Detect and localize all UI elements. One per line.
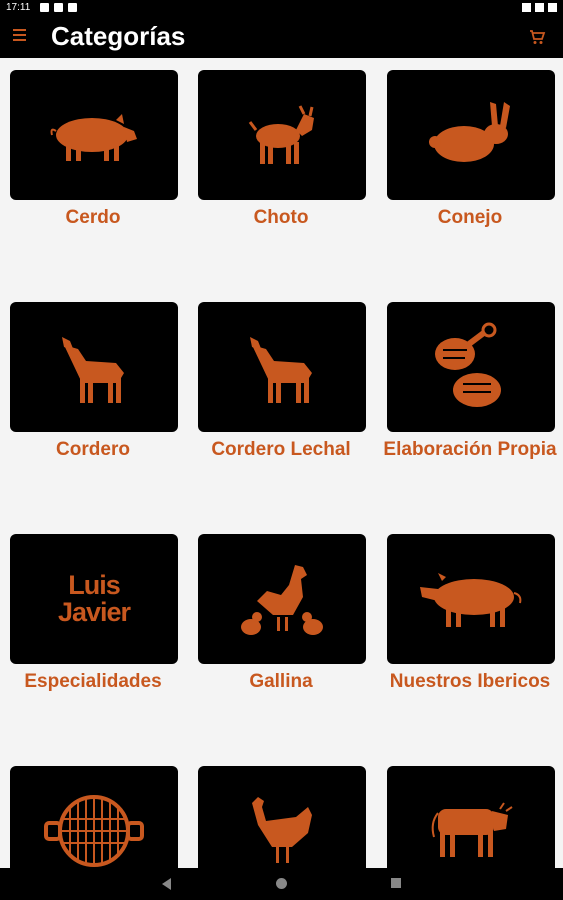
category-card[interactable] bbox=[198, 534, 366, 664]
lamb-icon bbox=[62, 337, 124, 403]
lamb-icon bbox=[250, 337, 312, 403]
category-label[interactable]: Choto bbox=[188, 204, 374, 231]
category-label[interactable]: Elaboración Propia bbox=[377, 436, 563, 463]
logo-word: Luis bbox=[68, 570, 121, 600]
category-card[interactable] bbox=[387, 302, 555, 432]
status-time: 17:11 bbox=[6, 2, 31, 13]
category-card[interactable] bbox=[387, 70, 555, 200]
home-icon[interactable] bbox=[276, 878, 287, 889]
category-label[interactable]: Gallina bbox=[188, 668, 374, 695]
meat-cuts-icon bbox=[435, 322, 501, 407]
page-title: Categorías bbox=[51, 21, 186, 51]
back-icon[interactable] bbox=[162, 878, 171, 890]
category-label[interactable]: Cordero Lechal bbox=[188, 436, 374, 463]
chicken-icon bbox=[252, 797, 312, 863]
app-bar: Categorías bbox=[0, 16, 563, 58]
goat-icon bbox=[248, 105, 314, 164]
category-label[interactable]: Nuestros Ibericos bbox=[377, 668, 563, 695]
iberian-pig-icon bbox=[420, 573, 522, 627]
category-label[interactable]: Conejo bbox=[377, 204, 563, 231]
system-icons bbox=[522, 3, 557, 12]
luis-javier-logo: Luis Javier bbox=[57, 570, 131, 627]
category-card[interactable] bbox=[10, 302, 178, 432]
hen-chicks-icon bbox=[241, 565, 323, 635]
category-label[interactable]: Cerdo bbox=[0, 204, 186, 231]
rabbit-icon bbox=[429, 102, 510, 162]
recent-apps-icon[interactable] bbox=[391, 878, 401, 888]
category-label[interactable]: Cordero bbox=[0, 436, 186, 463]
notification-icons bbox=[40, 3, 77, 12]
category-card[interactable] bbox=[387, 534, 555, 664]
logo-word: Javier bbox=[57, 597, 131, 627]
cart-icon[interactable] bbox=[527, 27, 547, 47]
menu-icon[interactable] bbox=[10, 26, 30, 46]
category-card[interactable] bbox=[10, 70, 178, 200]
category-card[interactable]: Luis Javier bbox=[10, 534, 178, 664]
category-card[interactable] bbox=[198, 70, 366, 200]
grill-icon bbox=[44, 795, 144, 867]
pig-icon bbox=[50, 114, 137, 161]
category-label[interactable]: Especialidades bbox=[0, 668, 186, 695]
category-card[interactable] bbox=[198, 302, 366, 432]
cow-icon bbox=[431, 802, 513, 857]
system-nav-bar bbox=[0, 868, 563, 900]
status-bar: 17:11 bbox=[0, 0, 563, 16]
